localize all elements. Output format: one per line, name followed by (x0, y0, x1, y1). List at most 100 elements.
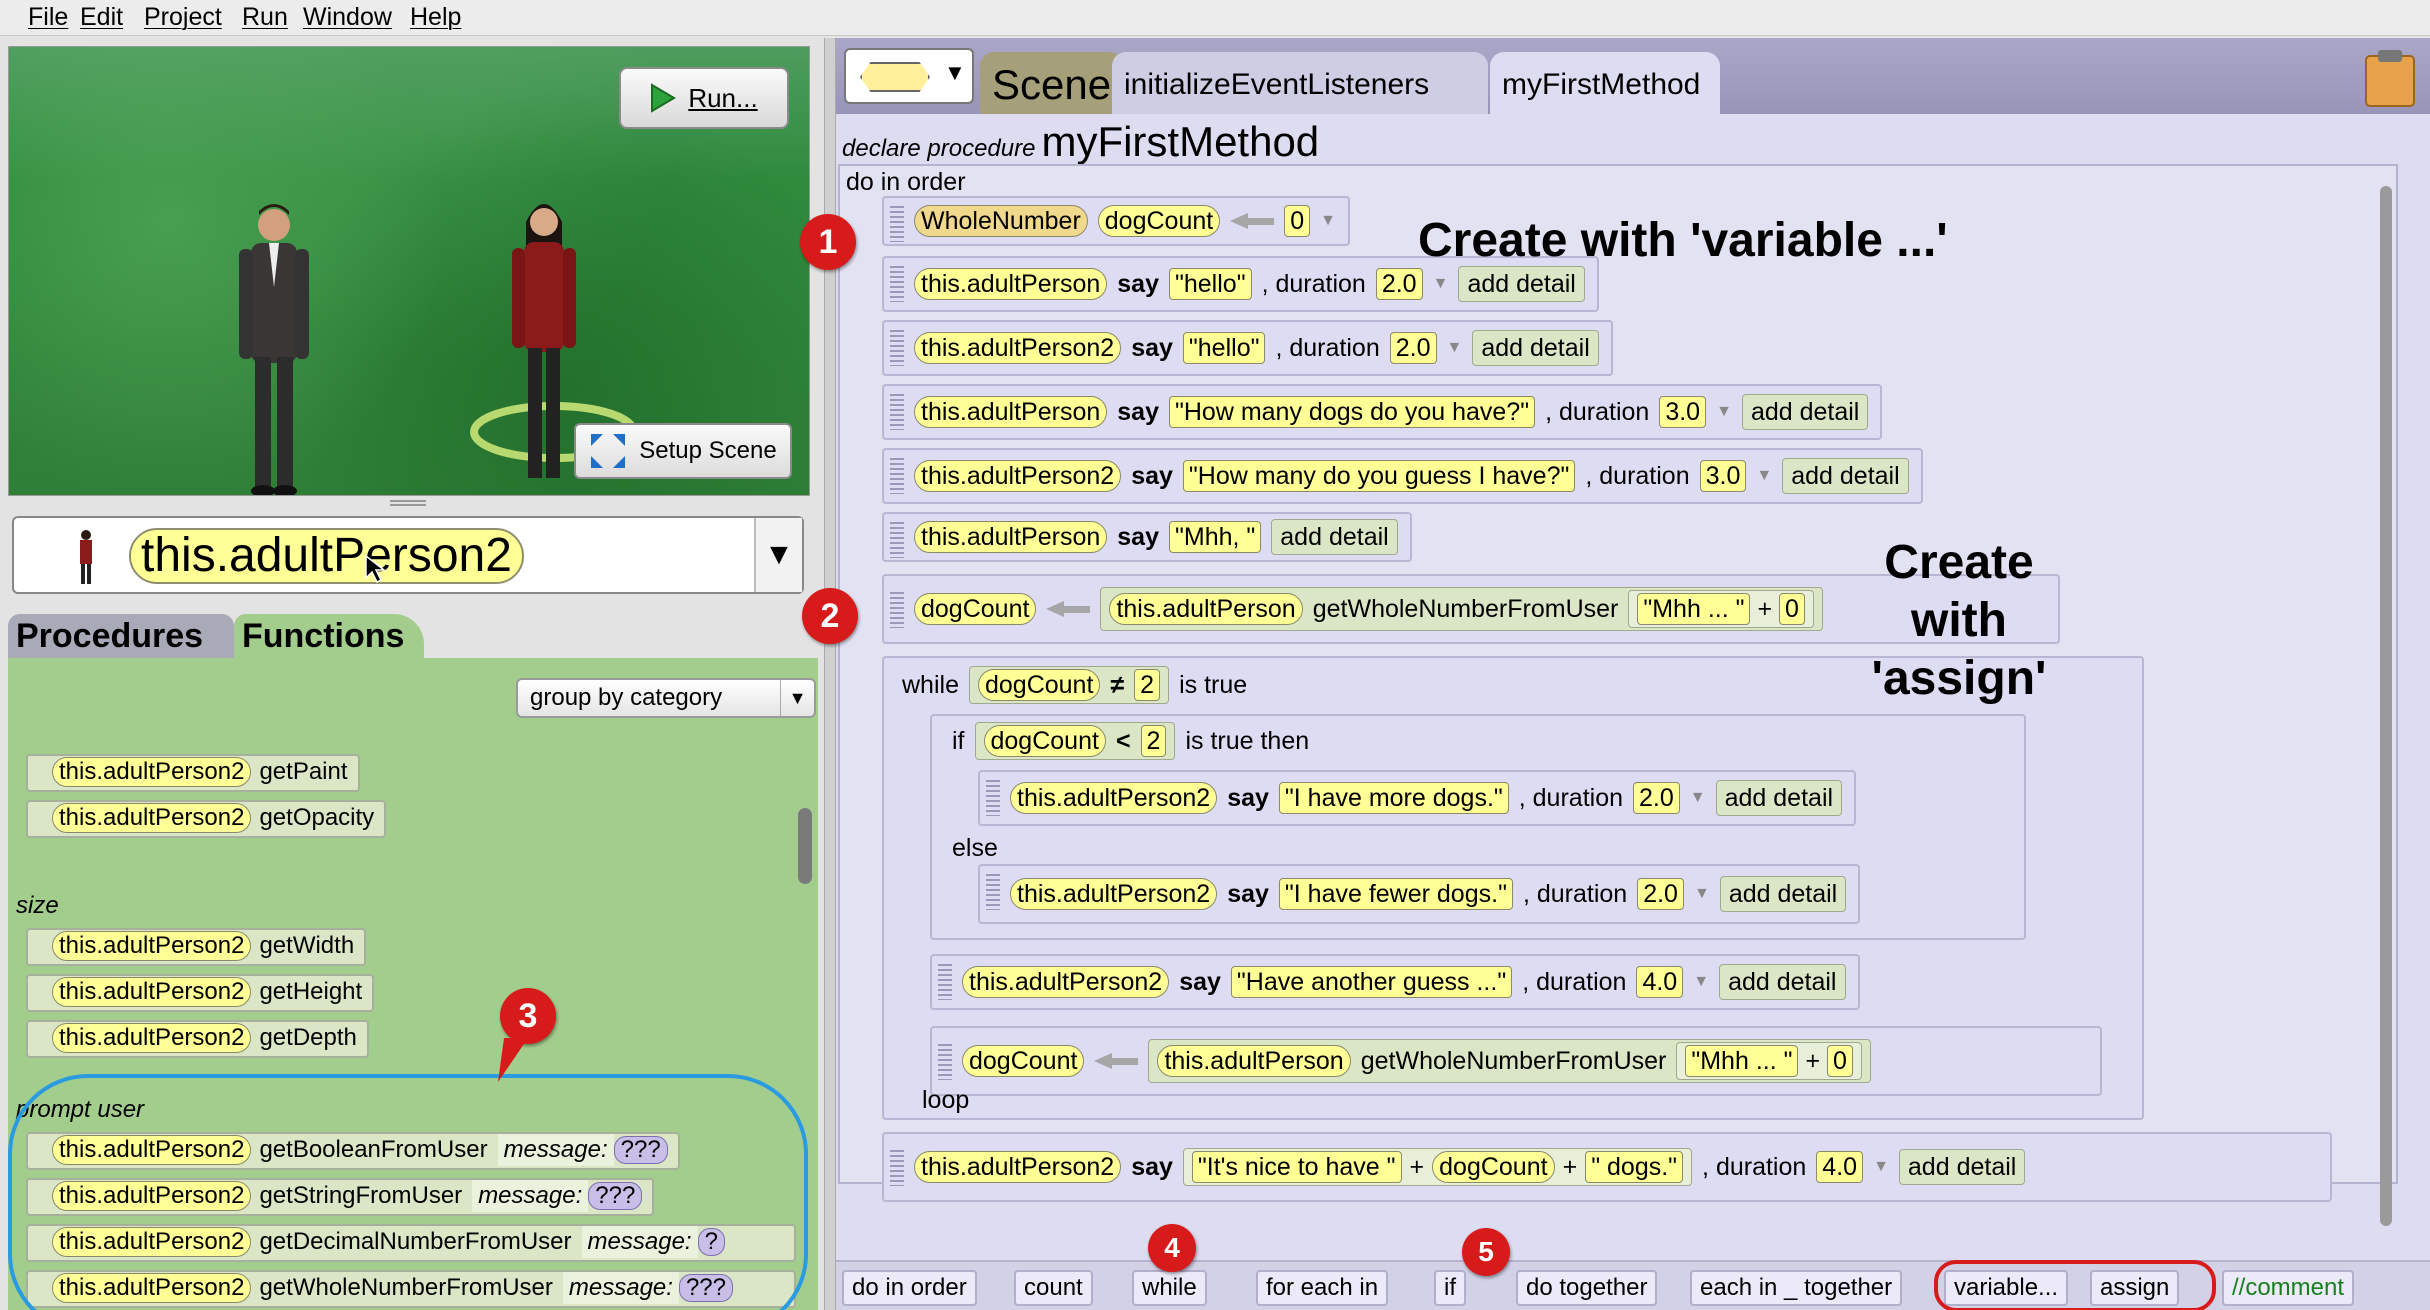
add-detail-button[interactable]: add detail (1458, 266, 1585, 302)
function-tile-getpaint[interactable]: this.adultPerson2 getPaint (26, 754, 360, 792)
function-tile-getdepth[interactable]: this.adultPerson2 getDepth (26, 1020, 369, 1058)
object-ref[interactable]: this.adultPerson (914, 396, 1108, 428)
clipboard-icon[interactable] (2362, 48, 2418, 108)
number-value[interactable]: 2.0 (1375, 268, 1423, 300)
string-value[interactable]: "I have more dogs." (1278, 782, 1509, 814)
string-value[interactable]: "hello" (1182, 332, 1266, 364)
number-value[interactable]: 2.0 (1633, 782, 1680, 814)
number-value[interactable]: 2 (1140, 725, 1167, 757)
string-value[interactable]: "hello" (1169, 268, 1252, 300)
object-ref[interactable]: this.adultPerson2 (914, 460, 1122, 492)
tab-my-first-method[interactable]: myFirstMethod (1490, 52, 1720, 114)
string-value[interactable]: "Have another guess ..." (1230, 966, 1513, 998)
object-ref[interactable]: this.adultPerson (914, 268, 1108, 300)
menu-help[interactable]: Help (410, 3, 461, 32)
while-loop-block[interactable]: while dogCount ≠ 2 is true if dogCount <2 i… (882, 656, 2144, 1120)
object-ref[interactable]: this.adultPerson (1109, 593, 1303, 625)
object-ref[interactable]: this.adultPerson2 (1010, 782, 1218, 814)
bottom-count[interactable]: count (1014, 1270, 1093, 1306)
tab-functions[interactable]: Functions (234, 614, 424, 658)
number-value[interactable]: 4.0 (1636, 966, 1684, 998)
object-ref[interactable]: this.adultPerson2 (914, 332, 1122, 364)
var-pill[interactable]: dogCount (977, 669, 1101, 701)
type-selector[interactable]: ▼ (844, 48, 974, 104)
run-button[interactable]: Run... (619, 67, 789, 129)
number-value[interactable]: 0 (1284, 205, 1311, 237)
concat-expression[interactable]: "Mhh ... " + 0 (1628, 590, 1814, 628)
string-value[interactable]: "Mhh ... " (1685, 1045, 1799, 1077)
function-call[interactable]: this.adultPerson getWholeNumberFromUser "M… (1100, 587, 1823, 631)
string-value[interactable]: "Mhh ... " (1637, 593, 1751, 625)
string-value[interactable]: " dogs." (1585, 1151, 1684, 1183)
object-ref[interactable]: this.adultPerson2 (914, 1151, 1122, 1183)
bottom-if[interactable]: if (1434, 1270, 1466, 1306)
type-pill[interactable]: WholeNumber (914, 205, 1088, 237)
number-value[interactable]: 2.0 (1637, 878, 1684, 910)
menu-window[interactable]: Window (303, 3, 392, 32)
statement-say-another[interactable]: this.adultPerson2 say "Have another guess … (930, 954, 1860, 1010)
add-detail-button[interactable]: add detail (1719, 964, 1846, 1000)
concat-expression[interactable]: "Mhh ... " + 0 (1676, 1042, 1862, 1080)
if-else-block[interactable]: if dogCount <2 is true then this.adultPer… (930, 714, 2026, 940)
menu-run[interactable]: Run (242, 3, 288, 32)
editor-scrollbar[interactable] (2380, 186, 2392, 1226)
statement-say-2[interactable]: this.adultPerson2 say "hello" , duration 2.0… (882, 320, 1613, 376)
tab-procedures[interactable]: Procedures (8, 614, 234, 658)
bottom-for-each[interactable]: for each in (1256, 1270, 1389, 1306)
add-detail-button[interactable]: add detail (1715, 780, 1843, 816)
add-detail-button[interactable]: add detail (1472, 330, 1599, 366)
object-ref[interactable]: this.adultPerson (914, 521, 1108, 553)
var-pill[interactable]: dogCount (914, 593, 1037, 625)
function-tile-getheight[interactable]: this.adultPerson2 getHeight (26, 974, 375, 1012)
function-tile-getopacity[interactable]: this.adultPerson2 getOpacity (26, 800, 387, 838)
function-tile-getwidth[interactable]: this.adultPerson2 getWidth (26, 928, 367, 966)
add-detail-button[interactable]: add detail (1271, 519, 1398, 555)
while-condition[interactable]: dogCount ≠ 2 (968, 666, 1170, 704)
setup-scene-button[interactable]: Setup Scene (574, 423, 792, 479)
string-value[interactable]: "How many dogs do you have?" (1169, 396, 1536, 428)
statement-say-3[interactable]: this.adultPerson say "How many dogs do you… (882, 384, 1883, 440)
menu-edit[interactable]: Edit (80, 3, 123, 32)
number-value[interactable]: 3.0 (1699, 460, 1747, 492)
add-detail-button[interactable]: add detail (1898, 1149, 2026, 1185)
var-pill[interactable]: dogCount (983, 725, 1106, 757)
string-value[interactable]: "I have fewer dogs." (1278, 878, 1513, 910)
number-value[interactable]: 4.0 (1816, 1151, 1864, 1183)
bottom-while[interactable]: while (1132, 1270, 1207, 1306)
split-handle[interactable] (390, 500, 426, 506)
statement-say-final[interactable]: this.adultPerson2 say "It's nice to have … (882, 1132, 2332, 1202)
group-by-dropdown[interactable]: group by category ▼ (516, 678, 816, 718)
palette-scrollbar[interactable] (798, 808, 812, 884)
string-value[interactable]: "Mhh, " (1169, 521, 1262, 553)
menu-project[interactable]: Project (144, 3, 222, 32)
object-dropdown-arrow[interactable]: ▼ (754, 518, 802, 592)
scene-viewport[interactable]: Run... Setup Scene (8, 46, 810, 496)
add-detail-button[interactable]: add detail (1782, 458, 1909, 494)
object-ref[interactable]: this.adultPerson2 (962, 966, 1170, 998)
bottom-do-in-order[interactable]: do in order (842, 1270, 977, 1306)
menu-file[interactable]: File (28, 3, 68, 32)
object-ref[interactable]: this.adultPerson2 (1010, 878, 1218, 910)
statement-assign-2[interactable]: dogCount this.adultPerson getWholeNumberF… (930, 1026, 2102, 1096)
statement-say-more[interactable]: this.adultPerson2 say "I have more dogs.",… (978, 770, 1857, 826)
string-value[interactable]: "How many do you guess I have?" (1182, 460, 1576, 492)
number-value[interactable]: 0 (1827, 1045, 1853, 1077)
do-in-order-block[interactable]: do in order WholeNumber dogCount 0 ▼ this.a… (838, 164, 2398, 1226)
number-value[interactable]: 0 (1779, 593, 1805, 625)
object-ref[interactable]: this.adultPerson (1157, 1045, 1351, 1077)
number-value[interactable]: 2 (1134, 669, 1161, 701)
var-pill[interactable]: dogCount (1097, 205, 1221, 237)
statement-say-fewer[interactable]: this.adultPerson2 say "I have fewer dogs."… (978, 864, 1861, 924)
concat-expression[interactable]: "It's nice to have " + dogCount + " dogs." (1182, 1148, 1693, 1186)
if-condition[interactable]: dogCount <2 (974, 722, 1176, 760)
bottom-comment[interactable]: //comment (2222, 1270, 2355, 1306)
string-value[interactable]: "It's nice to have " (1191, 1151, 1402, 1183)
tab-initialize-event-listeners[interactable]: initializeEventListeners (1112, 52, 1488, 114)
var-pill[interactable]: dogCount (1432, 1151, 1555, 1183)
var-pill[interactable]: dogCount (962, 1045, 1085, 1077)
add-detail-button[interactable]: add detail (1741, 394, 1869, 430)
statement-say-4[interactable]: this.adultPerson2 say "How many do you gue… (882, 448, 1923, 504)
add-detail-button[interactable]: add detail (1719, 876, 1847, 912)
statement-declare-var[interactable]: WholeNumber dogCount 0 ▼ (882, 196, 1350, 246)
statement-say-5[interactable]: this.adultPerson say "Mhh, " add detail (882, 512, 1412, 562)
